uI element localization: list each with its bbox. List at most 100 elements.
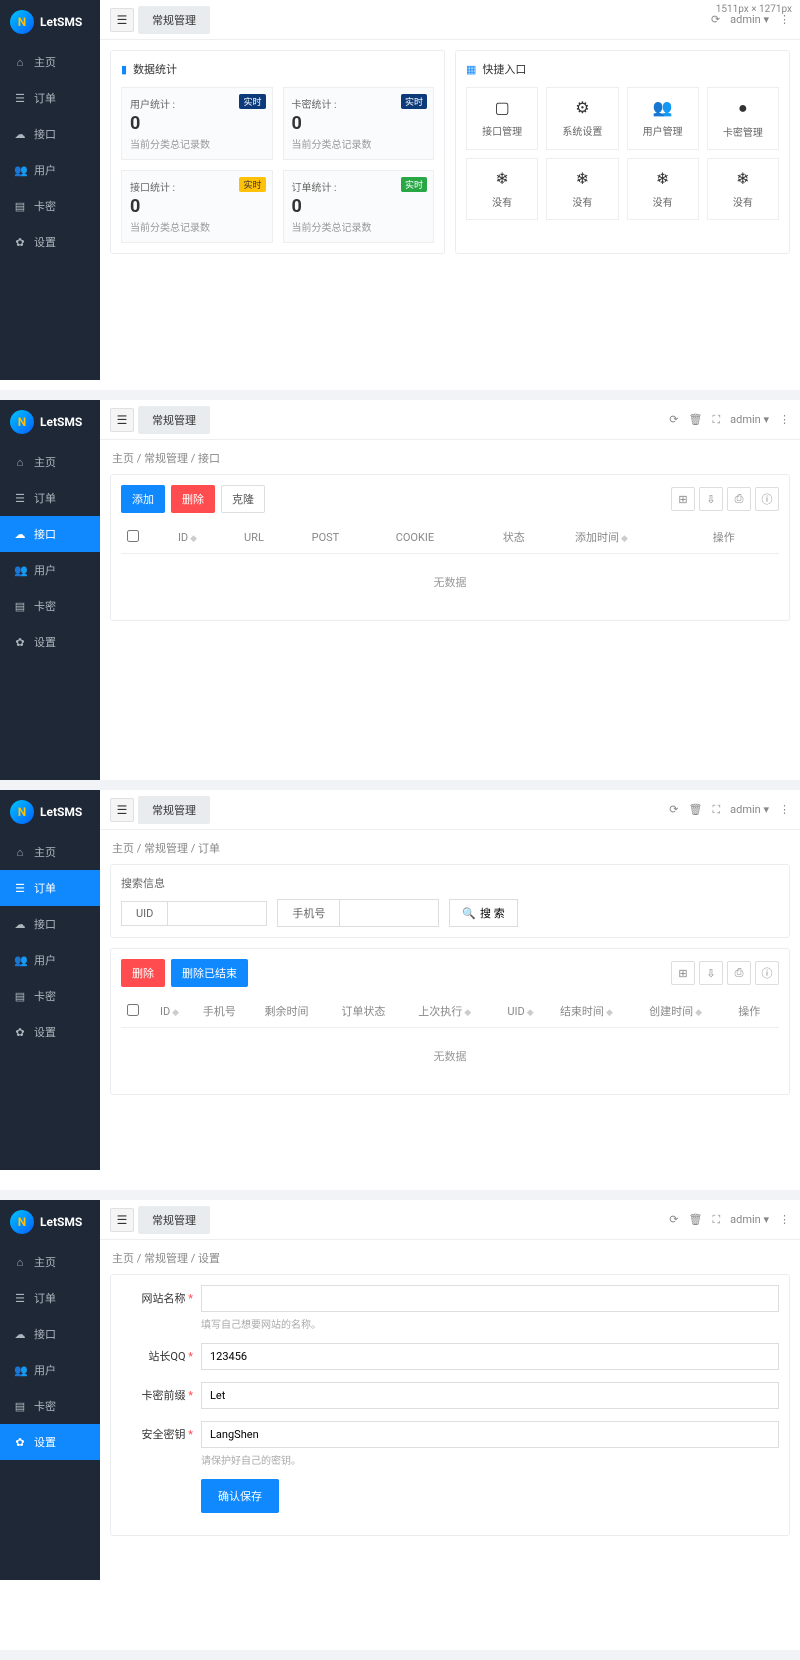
fullscreen-icon[interactable]: ⛶ xyxy=(712,1213,720,1227)
stat-api[interactable]: 接口统计 :0当前分类总记录数实时 xyxy=(121,170,273,243)
more-icon[interactable]: ⋮ xyxy=(779,413,790,426)
tab-home-button[interactable]: ☰ xyxy=(110,1208,134,1232)
tab-active[interactable]: 常规管理 xyxy=(138,406,210,434)
col-uid[interactable]: UID◆ xyxy=(501,995,554,1028)
uid-input[interactable] xyxy=(167,901,267,926)
user-menu[interactable]: admin ▾ xyxy=(730,803,769,816)
nav-api[interactable]: ☁接口 xyxy=(0,516,100,552)
save-button[interactable]: 确认保存 xyxy=(201,1479,279,1513)
nav-users[interactable]: 👥用户 xyxy=(0,152,100,188)
export-icon[interactable]: ⇩ xyxy=(699,961,723,985)
nav-api[interactable]: ☁接口 xyxy=(0,116,100,152)
nav-settings[interactable]: ✿设置 xyxy=(0,624,100,660)
clone-button[interactable]: 克隆 xyxy=(221,485,265,513)
print-icon[interactable]: ⎙ xyxy=(727,487,751,511)
fullscreen-icon[interactable]: ⛶ xyxy=(712,803,720,817)
tab-home-button[interactable]: ☰ xyxy=(110,408,134,432)
tab-home-button[interactable]: ☰ xyxy=(110,8,134,32)
col-addtime[interactable]: 添加时间◆ xyxy=(569,521,707,554)
site-name-input[interactable] xyxy=(201,1285,779,1312)
crumb-home[interactable]: 主页 xyxy=(112,452,134,465)
col-end[interactable]: 结束时间◆ xyxy=(554,995,643,1028)
nav-orders[interactable]: ☰订单 xyxy=(0,870,100,906)
select-all-checkbox[interactable] xyxy=(127,530,139,542)
nav-settings[interactable]: ✿设置 xyxy=(0,1014,100,1050)
stat-orders[interactable]: 订单统计 :0当前分类总记录数实时 xyxy=(283,170,435,243)
col-id[interactable]: ID◆ xyxy=(154,995,197,1028)
export-icon[interactable]: ⇩ xyxy=(699,487,723,511)
nav-api[interactable]: ☁接口 xyxy=(0,906,100,942)
crumb-mgmt[interactable]: 常规管理 xyxy=(144,1252,188,1265)
nav-home[interactable]: ⌂主页 xyxy=(0,834,100,870)
fullscreen-icon[interactable]: ⛶ xyxy=(712,413,720,427)
print-icon[interactable]: ⎙ xyxy=(727,961,751,985)
qq-input[interactable] xyxy=(201,1343,779,1370)
columns-icon[interactable]: ⊞ xyxy=(671,487,695,511)
user-menu[interactable]: admin ▾ xyxy=(730,413,769,426)
crumb-mgmt[interactable]: 常规管理 xyxy=(144,842,188,855)
quick-api[interactable]: ▢接口管理 xyxy=(466,87,538,150)
nav-home[interactable]: ⌂主页 xyxy=(0,44,100,80)
refresh-icon[interactable]: ⟳ xyxy=(669,803,678,816)
stat-cards[interactable]: 卡密统计 :0当前分类总记录数实时 xyxy=(283,87,435,160)
info-icon[interactable]: ⓘ xyxy=(755,961,779,985)
logo[interactable]: NLetSMS xyxy=(0,790,100,834)
nav-users[interactable]: 👥用户 xyxy=(0,1352,100,1388)
nav-settings[interactable]: ✿设置 xyxy=(0,224,100,260)
logo[interactable]: N LetSMS xyxy=(0,0,100,44)
tab-active[interactable]: 常规管理 xyxy=(138,796,210,824)
nav-orders[interactable]: ☰订单 xyxy=(0,80,100,116)
quick-empty[interactable]: ❄没有 xyxy=(546,158,618,220)
secret-input[interactable] xyxy=(201,1421,779,1448)
columns-icon[interactable]: ⊞ xyxy=(671,961,695,985)
logo[interactable]: NLetSMS xyxy=(0,1200,100,1244)
user-menu[interactable]: admin ▾ xyxy=(730,1213,769,1226)
search-button[interactable]: 🔍搜 索 xyxy=(449,899,517,927)
crumb-mgmt[interactable]: 常规管理 xyxy=(144,452,188,465)
logo[interactable]: NLetSMS xyxy=(0,400,100,444)
select-all-checkbox[interactable] xyxy=(127,1004,139,1016)
info-icon[interactable]: ⓘ xyxy=(755,487,779,511)
crumb-home[interactable]: 主页 xyxy=(112,842,134,855)
quick-empty[interactable]: ❄没有 xyxy=(707,158,779,220)
quick-cards[interactable]: ●卡密管理 xyxy=(707,87,779,150)
nav-settings[interactable]: ✿设置 xyxy=(0,1424,100,1460)
quick-empty[interactable]: ❄没有 xyxy=(466,158,538,220)
delete-ended-button[interactable]: 删除已结束 xyxy=(171,959,248,987)
nav-orders[interactable]: ☰订单 xyxy=(0,1280,100,1316)
nav-cards[interactable]: ▤卡密 xyxy=(0,188,100,224)
nav-home[interactable]: ⌂主页 xyxy=(0,1244,100,1280)
nav-cards[interactable]: ▤卡密 xyxy=(0,978,100,1014)
more-icon[interactable]: ⋮ xyxy=(779,803,790,816)
quick-empty[interactable]: ❄没有 xyxy=(627,158,699,220)
quick-system[interactable]: ⚙系统设置 xyxy=(546,87,618,150)
trash-icon[interactable]: 🗑 xyxy=(688,413,702,426)
delete-button[interactable]: 删除 xyxy=(121,959,165,987)
tab-active[interactable]: 常规管理 xyxy=(138,6,210,34)
nav-users[interactable]: 👥用户 xyxy=(0,942,100,978)
nav-home[interactable]: ⌂主页 xyxy=(0,444,100,480)
tab-home-button[interactable]: ☰ xyxy=(110,798,134,822)
col-status: 状态 xyxy=(497,521,569,554)
prefix-input[interactable] xyxy=(201,1382,779,1409)
stat-users[interactable]: 用户统计 :0当前分类总记录数实时 xyxy=(121,87,273,160)
trash-icon[interactable]: 🗑 xyxy=(688,803,702,816)
refresh-icon[interactable]: ⟳ xyxy=(669,1213,678,1226)
delete-button[interactable]: 删除 xyxy=(171,485,215,513)
nav-orders[interactable]: ☰订单 xyxy=(0,480,100,516)
col-create[interactable]: 创建时间◆ xyxy=(643,995,732,1028)
col-id[interactable]: ID◆ xyxy=(172,521,238,554)
nav-cards[interactable]: ▤卡密 xyxy=(0,588,100,624)
tab-active[interactable]: 常规管理 xyxy=(138,1206,210,1234)
more-icon[interactable]: ⋮ xyxy=(779,1213,790,1226)
trash-icon[interactable]: 🗑 xyxy=(688,1213,702,1226)
crumb-home[interactable]: 主页 xyxy=(112,1252,134,1265)
phone-input[interactable] xyxy=(339,899,439,927)
refresh-icon[interactable]: ⟳ xyxy=(669,413,678,426)
col-last[interactable]: 上次执行◆ xyxy=(412,995,501,1028)
nav-cards[interactable]: ▤卡密 xyxy=(0,1388,100,1424)
nav-api[interactable]: ☁接口 xyxy=(0,1316,100,1352)
nav-users[interactable]: 👥用户 xyxy=(0,552,100,588)
add-button[interactable]: 添加 xyxy=(121,485,165,513)
quick-users[interactable]: 👥用户管理 xyxy=(627,87,699,150)
